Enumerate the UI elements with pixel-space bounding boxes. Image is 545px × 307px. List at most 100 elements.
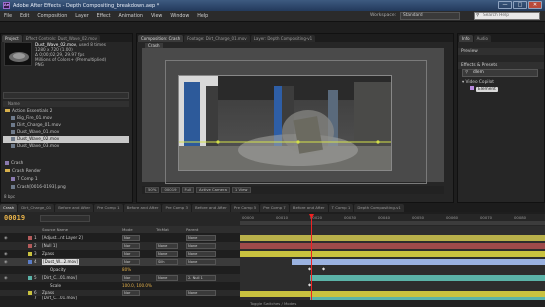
preview-panel-title[interactable]: Preview <box>458 48 544 55</box>
layer-row[interactable]: 2 [Null 1] Nor None None <box>0 242 240 250</box>
tab-effect-controls[interactable]: Effect Controls: Dust_Wave_02.mov <box>22 35 100 42</box>
menu-effect[interactable]: Effect <box>93 14 115 19</box>
timeline-search-input[interactable] <box>40 215 90 222</box>
layer-row[interactable]: ◉ 5 [Dirt_C...01.mov] Nor None 2. Null 1 <box>0 274 240 282</box>
menu-animation[interactable]: Animation <box>114 14 146 19</box>
layer-mode-select[interactable]: Nor <box>122 243 140 249</box>
layer-name[interactable]: [Dust_W...2.mov] <box>42 259 80 265</box>
layer-mode-select[interactable]: Nor <box>122 235 140 241</box>
menu-view[interactable]: View <box>147 14 166 19</box>
property-value[interactable]: 100.0, 100.0% <box>122 282 152 290</box>
property-row[interactable]: Scale 100.0, 100.0% <box>0 282 240 290</box>
layer-parent-select[interactable]: None <box>186 243 216 249</box>
menu-file[interactable]: File <box>0 14 16 19</box>
layer-label-color[interactable] <box>28 244 32 248</box>
effects-item[interactable]: Element <box>470 86 498 93</box>
column-trkmat[interactable]: TrkMat <box>156 226 169 233</box>
layer-bar[interactable] <box>240 235 545 241</box>
effects-presets-title[interactable]: Effects & Presets <box>458 62 544 69</box>
tab-project[interactable]: Project <box>2 35 22 42</box>
project-search-input[interactable] <box>3 92 129 99</box>
layer-parent-select[interactable]: None <box>186 259 216 265</box>
current-time-display[interactable]: 00019 <box>161 187 180 193</box>
workspace-select[interactable]: Standard <box>400 12 460 20</box>
property-value[interactable]: 80% <box>122 266 131 274</box>
layer-label-color[interactable] <box>28 252 32 256</box>
project-item[interactable]: T Comp 1 <box>3 176 129 183</box>
timeline-tab[interactable]: Pre Comp 1 <box>94 204 123 212</box>
layer-name[interactable]: [Null 1] <box>42 242 57 250</box>
layer-mode-select[interactable]: Nor <box>122 275 140 281</box>
project-item[interactable]: Action Essentials 2 <box>3 108 129 115</box>
layer-parent-select[interactable]: 2. Null 1 <box>186 275 216 281</box>
visibility-eye-icon[interactable]: ◉ <box>4 234 8 242</box>
timeline-tab[interactable]: Pre Comp 3 <box>162 204 191 212</box>
layer-bar[interactable] <box>240 243 545 249</box>
layer-label-color[interactable] <box>28 236 32 240</box>
layer-parent-select[interactable]: None <box>186 251 216 257</box>
project-item[interactable]: Crash <box>3 160 129 167</box>
menu-layer[interactable]: Layer <box>71 14 92 19</box>
menu-composition[interactable]: Composition <box>33 14 71 19</box>
camera-select[interactable]: Active Camera <box>196 187 230 193</box>
search-help-input[interactable]: ⚲ Search Help <box>474 12 540 20</box>
resolution-select[interactable]: Full <box>181 187 195 193</box>
time-ruler[interactable]: 00000 00010 00020 00030 00040 00050 0006… <box>240 214 545 226</box>
tab-audio[interactable]: Audio <box>473 35 491 42</box>
close-button[interactable]: ✕ <box>528 1 542 9</box>
visibility-eye-icon[interactable]: ◉ <box>4 250 8 258</box>
tab-layer[interactable]: Layer: Depth Compositing-v1 <box>250 35 316 42</box>
project-item[interactable]: Dirt_Charge_01.mov <box>3 122 129 129</box>
timeline-tab[interactable]: T Comp 1 <box>328 204 354 212</box>
tab-info[interactable]: Info <box>459 35 473 42</box>
effects-search-input[interactable]: ⚲ dlem <box>462 69 538 77</box>
timeline-tab[interactable]: Dirt_Charge_01 <box>18 204 55 212</box>
column-source-name[interactable]: Source Name <box>42 226 68 233</box>
layer-trkmat-select[interactable]: None <box>156 243 178 249</box>
timeline-tab[interactable]: Crash <box>0 204 18 212</box>
column-parent[interactable]: Parent <box>186 226 198 233</box>
layer-name[interactable]: [Dirt_C...01.mov] <box>42 274 77 282</box>
layer-bar[interactable] <box>310 275 545 281</box>
layer-row[interactable]: ◉ 1 [Adjust...nt Layer 2] Nor None <box>0 234 240 242</box>
timeline-tab[interactable]: Pre Comp 7 <box>260 204 289 212</box>
layer-mode-select[interactable]: Nor <box>122 251 140 257</box>
layer-bar[interactable] <box>240 251 545 257</box>
project-column-name[interactable]: Name <box>3 101 129 107</box>
layer-row[interactable]: ◉ 3 Zpass Nor None None <box>0 250 240 258</box>
menu-window[interactable]: Window <box>166 14 193 19</box>
layer-row-selected[interactable]: ◉ 4 [Dust_W...2.mov] Nor Silh None <box>0 258 240 266</box>
visibility-eye-icon[interactable]: ◉ <box>4 258 8 266</box>
layer-trkmat-select[interactable]: Silh <box>156 259 178 265</box>
project-item[interactable]: Dust_Wave_03.mov <box>3 143 129 150</box>
toggle-switches-modes-button[interactable]: Toggle Switches / Modes <box>250 301 296 306</box>
layer-name[interactable]: [Adjust...nt Layer 2] <box>42 234 83 242</box>
layer-name[interactable]: Zpass <box>42 250 54 258</box>
layer-trkmat-select[interactable]: None <box>156 251 178 257</box>
timeline-tab[interactable]: Before and After <box>191 204 230 212</box>
timeline-tab[interactable]: Before and After <box>55 204 94 212</box>
project-item[interactable]: Big_Fire_01.mov <box>3 115 129 122</box>
keyframe-icon[interactable]: ◆ <box>322 266 325 271</box>
timeline-current-time[interactable]: 00019 <box>4 214 25 222</box>
timeline-track-area[interactable]: ◆ ◆ ◆ <box>240 226 545 307</box>
zoom-select[interactable]: 50% <box>145 187 160 193</box>
tab-footage[interactable]: Footage: Dirt_Charge_01.mov <box>184 35 250 42</box>
visibility-eye-icon[interactable]: ◉ <box>4 274 8 282</box>
effects-category[interactable]: ▾ Video Copilot <box>462 79 494 86</box>
project-item[interactable]: Crash Render <box>3 168 129 175</box>
timeline-tab[interactable]: Before and After <box>289 204 328 212</box>
layer-label-color[interactable] <box>28 276 32 280</box>
timeline-tab[interactable]: Pre Comp 5 <box>230 204 260 212</box>
current-time-indicator[interactable] <box>311 214 312 307</box>
maximize-button[interactable]: □ <box>513 1 527 9</box>
views-select[interactable]: 1 View <box>231 187 251 193</box>
column-mode[interactable]: Mode <box>122 226 133 233</box>
layer-parent-select[interactable]: None <box>186 235 216 241</box>
bit-depth-button[interactable]: 8 bpc <box>4 194 15 199</box>
project-item-selected[interactable]: Dust_Wave_02.mov <box>3 136 129 143</box>
timeline-tab[interactable]: Before and After <box>123 204 162 212</box>
project-item[interactable]: Dust_Wave_01.mov <box>3 129 129 136</box>
layer-bar-selected[interactable] <box>292 259 545 265</box>
layer-trkmat-select[interactable]: None <box>156 275 178 281</box>
